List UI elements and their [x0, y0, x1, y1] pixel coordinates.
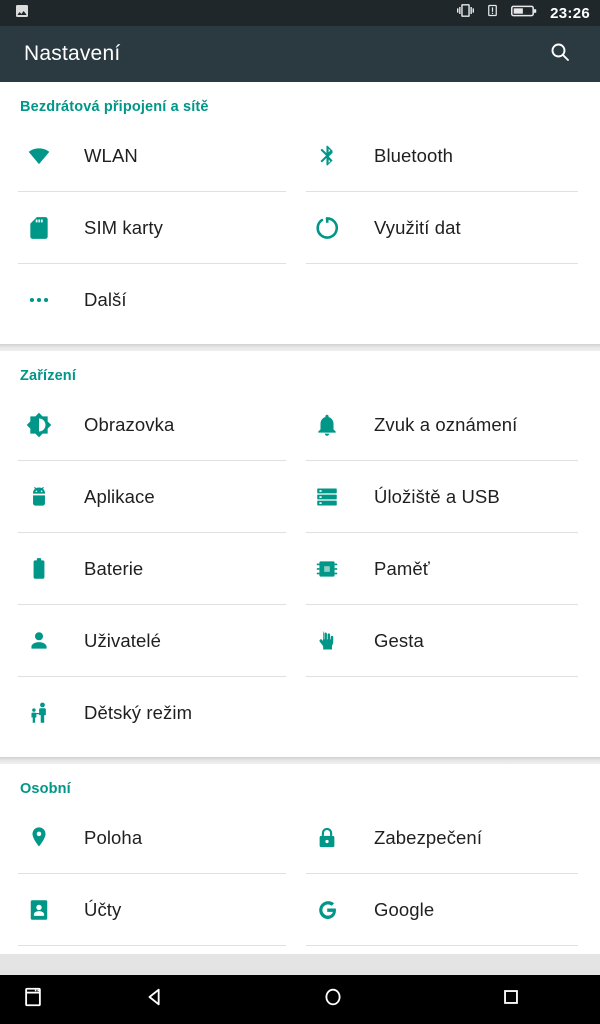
settings-item-display[interactable]: Obrazovka — [0, 389, 300, 461]
brightness-icon — [20, 410, 58, 440]
navigation-bar — [0, 975, 600, 1024]
settings-item-location[interactable]: Poloha — [0, 802, 300, 874]
bell-icon — [308, 410, 346, 440]
settings-item-label: Baterie — [84, 558, 144, 579]
settings-item-security[interactable]: Zabezpečení — [300, 802, 600, 874]
settings-item-label: Google — [374, 899, 435, 920]
multi-window-icon — [22, 986, 44, 1013]
child-mode-icon — [20, 698, 58, 728]
empty-icon — [308, 285, 346, 315]
settings-item-label: WLAN — [84, 145, 138, 166]
section-device: Zařízení Obrazovka Zvuk a oznámení Aplik… — [0, 351, 600, 764]
settings-item-label: Poloha — [84, 827, 143, 848]
recents-button[interactable] — [422, 975, 600, 1024]
settings-item-placeholder — [300, 264, 600, 336]
search-button[interactable] — [538, 32, 582, 76]
android-icon — [20, 482, 58, 512]
multi-window-button[interactable] — [0, 975, 66, 1024]
settings-item-label: Gesta — [374, 630, 424, 651]
settings-item-wlan[interactable]: WLAN — [0, 120, 300, 192]
settings-item-sound-notification[interactable]: Zvuk a oznámení — [300, 389, 600, 461]
settings-item-users[interactable]: Uživatelé — [0, 605, 300, 677]
search-icon — [548, 40, 572, 69]
bluetooth-icon — [308, 141, 346, 171]
settings-item-label: Zvuk a oznámení — [374, 414, 518, 435]
hand-gesture-icon — [308, 626, 346, 656]
settings-item-placeholder — [300, 677, 600, 749]
settings-item-more[interactable]: Další — [0, 264, 300, 336]
settings-item-accounts[interactable]: Účty — [0, 874, 300, 946]
google-g-icon — [308, 895, 346, 925]
settings-item-label: SIM karty — [84, 217, 164, 238]
settings-item-memory[interactable]: Paměť — [300, 533, 600, 605]
settings-item-label: Bluetooth — [374, 145, 454, 166]
vibrate-icon — [457, 2, 475, 24]
settings-item-sim-cards[interactable]: SIM karty — [0, 192, 300, 264]
sim-card-icon — [20, 213, 58, 243]
memory-chip-icon — [308, 554, 346, 584]
phone-screen: 23:26 Nastavení Bezdrátová připojení a s… — [0, 0, 600, 1024]
status-bar-clock: 23:26 — [550, 4, 590, 22]
section-header: Osobní — [20, 781, 71, 797]
recents-square-icon — [500, 986, 522, 1013]
settings-item-bluetooth[interactable]: Bluetooth — [300, 120, 600, 192]
settings-item-apps[interactable]: Aplikace — [0, 461, 300, 533]
settings-item-label: Využití dat — [374, 217, 461, 238]
storage-icon — [308, 482, 346, 512]
data-usage-icon — [308, 213, 346, 243]
settings-item-label: Obrazovka — [84, 414, 175, 435]
settings-item-label: Úložiště a USB — [374, 486, 500, 507]
settings-item-label: Účty — [84, 899, 122, 920]
back-triangle-icon — [144, 986, 166, 1013]
app-bar: Nastavení — [0, 26, 600, 82]
sim-alert-icon — [485, 2, 500, 24]
settings-item-label: Dětský režim — [84, 702, 193, 723]
lock-icon — [308, 823, 346, 853]
settings-grid: WLAN Bluetooth SIM karty Využití dat Dal… — [0, 120, 600, 336]
settings-grid: Obrazovka Zvuk a oznámení Aplikace Úloži… — [0, 389, 600, 749]
settings-item-data-usage[interactable]: Využití dat — [300, 192, 600, 264]
page-title: Nastavení — [24, 42, 121, 65]
screenshot-image-icon — [14, 3, 30, 24]
section-wireless-networks: Bezdrátová připojení a sítě WLAN Bluetoo… — [0, 82, 600, 351]
settings-item-label: Paměť — [374, 558, 430, 579]
section-header: Zařízení — [20, 368, 76, 384]
settings-item-storage-usb[interactable]: Úložiště a USB — [300, 461, 600, 533]
person-icon — [20, 626, 58, 656]
section-header: Bezdrátová připojení a sítě — [20, 99, 209, 115]
battery-icon — [511, 4, 537, 23]
settings-item-gestures[interactable]: Gesta — [300, 605, 600, 677]
home-circle-icon — [322, 986, 344, 1013]
settings-item-battery[interactable]: Baterie — [0, 533, 300, 605]
more-dots-icon — [20, 285, 58, 315]
battery-full-icon — [20, 554, 58, 584]
settings-item-label: Další — [84, 289, 127, 310]
settings-item-label: Uživatelé — [84, 630, 161, 651]
section-personal: Osobní Poloha Zabezpečení Účty Google — [0, 764, 600, 954]
wifi-icon — [20, 141, 58, 171]
status-bar-notifications — [14, 3, 457, 24]
accounts-icon — [20, 895, 58, 925]
settings-list[interactable]: Bezdrátová připojení a sítě WLAN Bluetoo… — [0, 82, 600, 975]
settings-grid: Poloha Zabezpečení Účty Google — [0, 802, 600, 946]
empty-icon — [308, 698, 346, 728]
settings-item-label: Aplikace — [84, 486, 155, 507]
settings-item-kids-mode[interactable]: Dětský režim — [0, 677, 300, 749]
status-bar-system-icons: 23:26 — [457, 2, 590, 24]
back-button[interactable] — [66, 975, 244, 1024]
settings-item-google[interactable]: Google — [300, 874, 600, 946]
status-bar: 23:26 — [0, 0, 600, 26]
location-pin-icon — [20, 823, 58, 853]
home-button[interactable] — [244, 975, 422, 1024]
settings-item-label: Zabezpečení — [374, 827, 483, 848]
